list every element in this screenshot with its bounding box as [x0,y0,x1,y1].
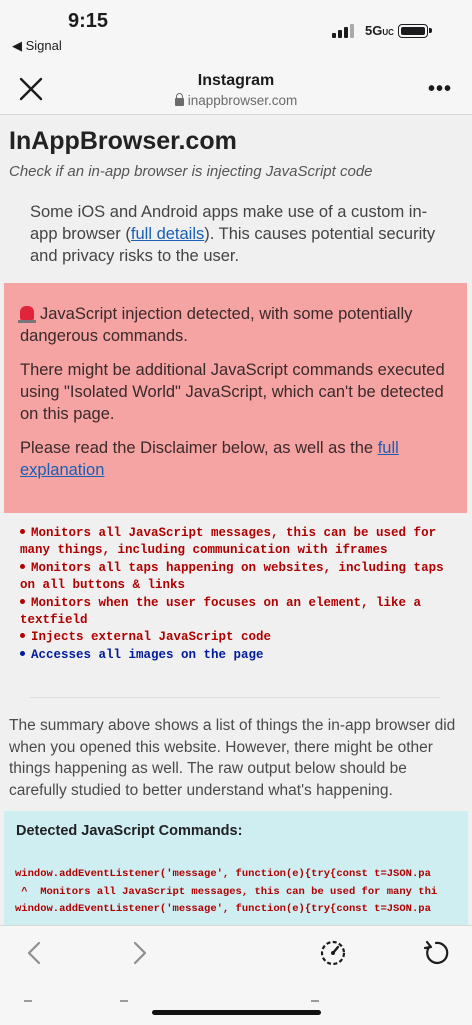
status-bar: 9:15 ◀ Signal 5GUC [0,0,472,62]
more-icon[interactable]: ••• [428,78,452,101]
injection-alert: JavaScript injection detected, with some… [4,283,467,513]
forward-icon[interactable] [124,938,154,968]
alert-line-2: There might be additional JavaScript com… [20,361,445,423]
network-type: 5GUC [365,23,394,38]
detected-commands-box: Detected JavaScript Commands: window.add… [4,811,468,925]
cellular-signal-icon [332,24,354,38]
full-details-link[interactable]: full details [131,225,204,243]
list-item: Monitors all JavaScript messages, this c… [20,526,437,558]
web-content: InAppBrowser.com Check if an in-app brow… [0,115,472,925]
alert-line-1: JavaScript injection detected, with some… [18,305,413,345]
divider [30,697,440,698]
commands-heading: Detected JavaScript Commands: [16,823,243,839]
browser-toolbar [0,925,472,1025]
back-icon[interactable] [20,938,50,968]
lock-icon [174,93,184,106]
battery-icon [398,24,432,38]
header-title: Instagram [197,72,275,89]
reload-icon[interactable] [421,938,451,968]
toolbar-mark [24,1000,32,1002]
list-item: Monitors all taps happening on websites,… [20,560,444,593]
back-to-app-link[interactable]: ◀ Signal [12,38,62,54]
list-item: Accesses all images on the page [20,647,460,664]
list-item: Injects external JavaScript code [20,629,460,646]
intro-paragraph: Some iOS and Android apps make use of a … [30,203,436,265]
site-title: InAppBrowser.com [9,127,237,155]
list-item: Monitors when the user focuses on an ele… [20,595,422,628]
siren-icon [18,306,36,323]
header-url[interactable]: inappbrowser.com [0,93,472,108]
status-time: 9:15 [68,10,109,32]
in-app-browser-header: Instagram inappbrowser.com ••• [0,62,472,115]
commands-output: window.addEventListener('message', funct… [15,868,438,915]
toolbar-mark [311,1000,319,1002]
findings-list: Monitors all JavaScript messages, this c… [20,525,460,664]
home-indicator[interactable] [152,1010,321,1015]
summary-paragraph: The summary above shows a list of things… [9,717,456,800]
toolbar-mark [120,1000,128,1002]
speed-icon[interactable] [318,938,348,968]
site-tagline: Check if an in-app browser is injecting … [9,163,373,180]
alert-line-3: Please read the Disclaimer below, as wel… [20,439,399,479]
